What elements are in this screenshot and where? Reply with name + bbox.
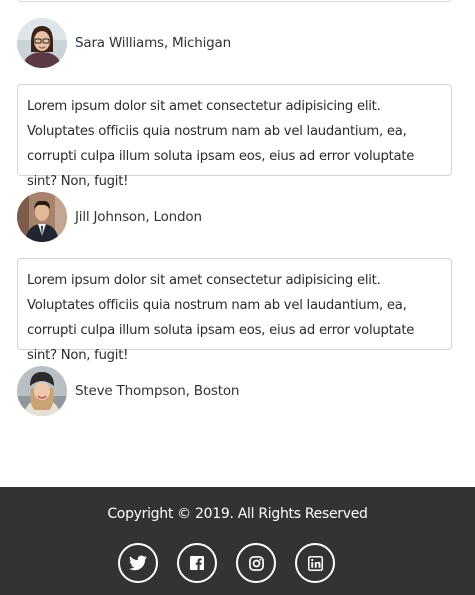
testimonial-author: Steve Thompson, Boston (17, 366, 239, 416)
linkedin-icon (307, 555, 323, 571)
avatar (17, 366, 67, 416)
testimonial-author: Jill Johnson, London (17, 192, 202, 242)
instagram-icon (248, 555, 264, 571)
facebook-icon (190, 556, 204, 570)
avatar (17, 18, 67, 68)
testimonial-card: Lorem ipsum dolor sit amet consectetur a… (17, 84, 452, 189)
facebook-button[interactable] (177, 543, 217, 583)
copyright-text: Copyright © 2019. All Rights Reserved (107, 506, 368, 522)
instagram-button[interactable] (236, 543, 276, 583)
author-name: Jill Johnson, London (75, 209, 202, 225)
author-name: Steve Thompson, Boston (75, 383, 240, 399)
testimonial-text: Lorem ipsum dolor sit amet consectetur a… (27, 273, 415, 363)
social-links (118, 543, 335, 583)
linkedin-button[interactable] (295, 543, 335, 583)
testimonial-author: Sara Williams, Michigan (17, 18, 231, 68)
author-name: Sara Williams, Michigan (75, 35, 231, 51)
twitter-icon (129, 555, 147, 571)
twitter-button[interactable] (118, 543, 158, 583)
avatar (17, 192, 67, 242)
testimonial-text: Lorem ipsum dolor sit amet consectetur a… (27, 99, 415, 189)
previous-testimonial-card-edge (17, 0, 452, 2)
footer: Copyright © 2019. All Rights Reserved (0, 487, 475, 595)
testimonial-card: Lorem ipsum dolor sit amet consectetur a… (17, 258, 452, 363)
